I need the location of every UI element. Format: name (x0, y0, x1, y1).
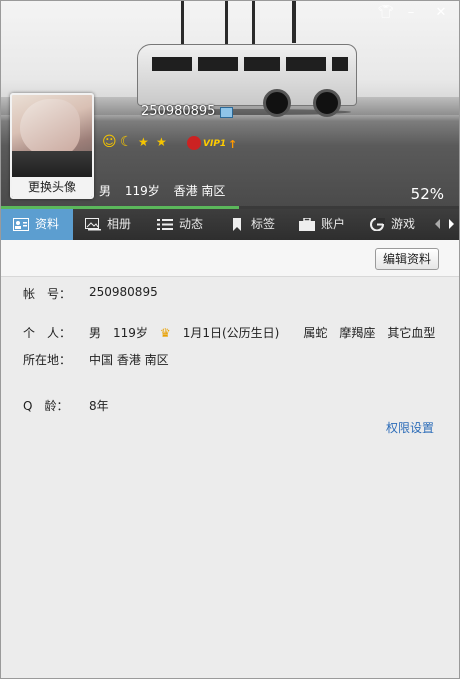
personal-birthday: 1月1日(公历生日) (182, 326, 280, 340)
close-icon[interactable]: ✕ (429, 4, 453, 22)
qq-penguin-icon (187, 136, 201, 150)
gender: 男 (99, 184, 112, 198)
online-status-icon (220, 107, 233, 118)
qage-label: Q 龄： (23, 399, 69, 413)
change-avatar-button[interactable]: 更换头像 (12, 177, 92, 197)
edit-profile-button[interactable]: 编辑资料 (375, 248, 439, 270)
briefcase-icon (299, 218, 315, 231)
moon-icon: ☾ (120, 134, 133, 150)
feed-icon (157, 219, 173, 230)
profile-window: 👕︎ – ✕ 更换头像 250980895 ☺ ☾ ★ ★ VIP1 ↑ 男 1… (0, 0, 460, 679)
qage-value: 8年 (89, 399, 109, 413)
tab-scroll-left-icon[interactable] (435, 219, 440, 229)
permission-settings-link[interactable]: 权限设置 (386, 419, 434, 436)
tab-album[interactable]: 相册 (73, 209, 145, 240)
qq-number: 250980895 (141, 104, 216, 119)
bookmark-icon (233, 218, 241, 231)
location-value: 中国 香港 南区 (89, 353, 169, 367)
personal-age: 119岁 (113, 326, 148, 340)
minimize-icon[interactable]: – (399, 4, 423, 22)
location-row: 所在地： 中国 香港 南区 (23, 351, 169, 368)
basic-info: 男 119岁 香港 南区 (99, 182, 235, 199)
vip-up-icon: ↑ (228, 138, 238, 151)
tab-tags[interactable]: 标签 (217, 209, 287, 240)
profile-card-icon (13, 218, 29, 231)
location-label: 所在地： (23, 353, 72, 367)
tab-scroll-right-icon[interactable] (449, 219, 454, 229)
age: 119岁 (124, 184, 160, 198)
account-row: 帐 号： 250980895 (23, 285, 158, 302)
avatar[interactable]: 更换头像 (10, 93, 94, 199)
personal-constellation: 摩羯座 (339, 326, 376, 340)
skin-icon[interactable]: 👕︎ (374, 4, 398, 22)
tab-profile[interactable]: 资料 (1, 209, 73, 240)
crown-icon: ♛ (159, 326, 171, 340)
personal-blood: 其它血型 (387, 326, 436, 340)
vip-badge[interactable]: VIP1 (203, 139, 226, 149)
cover-photo: 👕︎ – ✕ 更换头像 250980895 ☺ ☾ ★ ★ VIP1 ↑ 男 1… (1, 1, 459, 208)
personal-label: 个 人： (23, 326, 72, 340)
tab-feed[interactable]: 动态 (145, 209, 217, 240)
tab-account[interactable]: 账户 (287, 209, 357, 240)
star-icon: ★ (156, 135, 167, 149)
album-icon (85, 218, 101, 231)
game-icon (370, 218, 385, 231)
account-label: 帐 号： (23, 287, 72, 301)
star-icon: ★ (138, 135, 149, 149)
completeness-percent: 52% (410, 185, 444, 203)
content-toolbar: 编辑资料 (1, 240, 459, 277)
sun-icon: ☺ (102, 134, 117, 150)
tab-bar: 资料 相册 动态 标签 账户 游戏 (1, 209, 459, 240)
location: 香港 南区 (173, 184, 226, 198)
personal-zodiac: 属蛇 (303, 326, 328, 340)
tab-games[interactable]: 游戏 (357, 209, 429, 240)
account-value: 250980895 (89, 285, 158, 299)
personal-row: 个 人： 男 119岁 ♛ 1月1日(公历生日) 属蛇 摩羯座 其它血型 (23, 324, 435, 341)
qage-row: Q 龄： 8年 (23, 397, 109, 414)
personal-gender: 男 (89, 326, 102, 340)
